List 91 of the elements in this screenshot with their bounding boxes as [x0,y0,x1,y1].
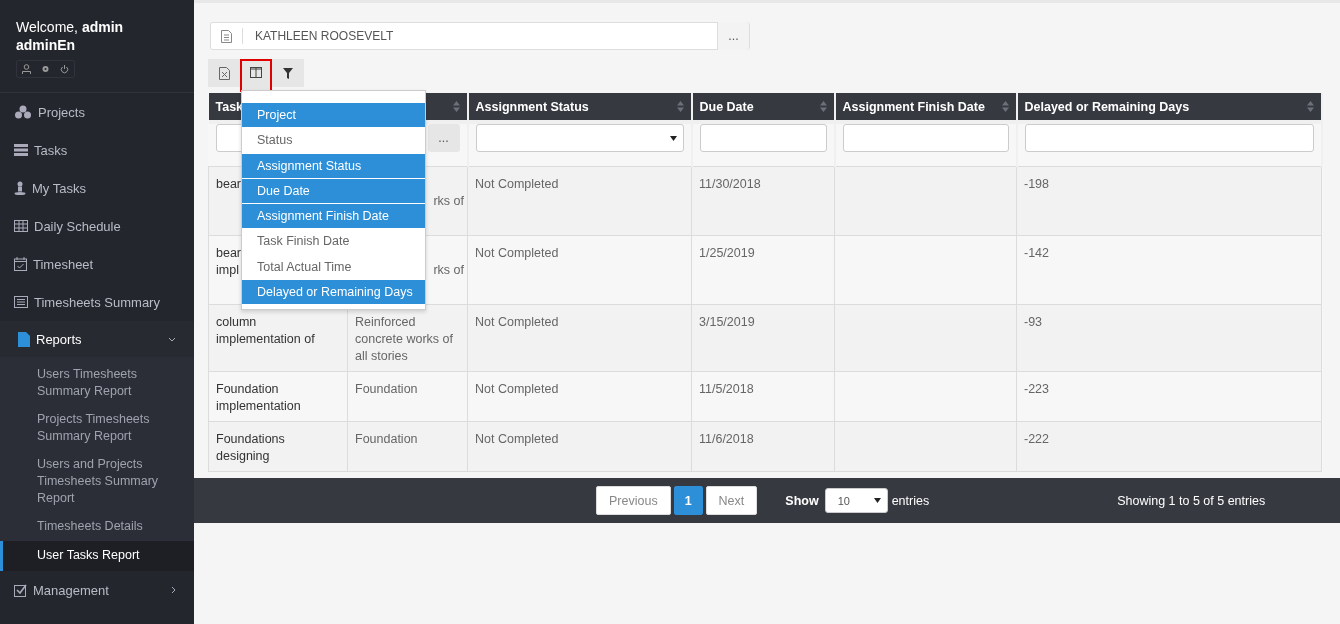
table-cell: Foundation implementation [216,382,301,413]
filter-icon [283,67,293,79]
column-option[interactable]: Delayed or Remaining Days [242,280,425,306]
table-cell: column implementation of [216,315,315,346]
table-cell: 11/5/2018 [699,382,754,396]
table-cell: rks of [433,263,464,277]
table-cell: -223 [1024,382,1050,396]
sidebar-subitem[interactable]: User Tasks Report [0,541,194,571]
column-header[interactable]: Delayed or Remaining Days [1024,99,1190,114]
table-cell: bear impl [216,246,242,277]
column-option[interactable]: Due Date [242,178,425,205]
browse-button[interactable]: ... [427,124,460,152]
sidebar-item[interactable]: Projects [0,93,194,131]
pagination-button[interactable]: Previous [596,486,671,515]
filter-field[interactable] [842,124,1009,152]
chevron-down-icon [168,336,176,342]
sort-icon[interactable] [676,101,684,112]
column-header[interactable]: Task [215,99,244,114]
checkbox-icon [14,583,27,597]
table-cell: rks of [433,194,464,208]
show-label: Show [785,493,819,508]
table-cell: Not Completed [475,315,559,329]
column-option[interactable]: Status [242,128,425,154]
settings-icon[interactable] [41,64,50,74]
table-cell: Not Completed [475,432,559,446]
columns-button[interactable] [240,59,272,92]
sidebar-item[interactable]: My Tasks [0,169,194,207]
sidebar-item[interactable]: Timesheets Summary [0,283,194,321]
table-cell: -198 [1024,177,1050,191]
sidebar-item[interactable]: Timesheet [0,245,194,283]
sidebar-item[interactable]: Tasks [0,131,194,169]
table-cell: -93 [1024,315,1043,329]
page-button[interactable]: 1 [673,486,703,515]
sidebar-item[interactable]: Daily Schedule [0,207,194,245]
sort-icon[interactable] [452,101,460,112]
column-header[interactable]: Assignment Status [475,99,589,114]
user-icon[interactable] [22,64,31,74]
document-icon [221,29,232,43]
sidebar-item[interactable]: Reports [0,321,194,357]
table-cell: Foundation [355,432,418,446]
sort-icon[interactable] [819,101,827,112]
file-icon [18,331,30,347]
table-cell: Foundations designing [216,432,285,463]
sidebar-subitem[interactable]: Users and Projects Timesheets Summary Report [0,451,194,513]
entries-summary: Showing 1 to 5 of 5 entries [1117,493,1266,508]
filter-dropdown[interactable] [475,124,684,152]
table-icon [14,220,28,232]
sidebar-item[interactable]: Management [0,571,194,609]
table-cell: Not Completed [475,382,559,396]
column-option[interactable]: Project [242,103,425,129]
table-cell: bear [216,177,242,191]
table-cell: Reinforced concrete works of all stories [355,315,453,363]
entries-label: entries [891,493,930,508]
caret-down-icon [873,498,881,503]
power-icon[interactable] [60,64,69,74]
column-option[interactable]: Task Finish Date [242,229,425,255]
welcome-text: Welcome, admin adminEn [16,18,125,54]
column-option[interactable]: Assignment Finish Date [242,204,425,230]
sidebar-subitem[interactable]: Projects Timesheets Summary Report [0,406,194,451]
caret-down-icon [669,135,677,141]
table-cell: Foundation [355,382,418,396]
columns-icon [250,67,262,78]
sidebar-subitem[interactable]: Users Timesheets Summary Report [0,361,194,406]
table-cell: 11/6/2018 [699,432,754,446]
excel-file-icon [218,66,230,80]
list-alt-icon [14,296,28,308]
column-option[interactable]: Total Actual Time [242,254,425,281]
table-cell: 1/25/2019 [699,246,755,260]
sort-icon[interactable] [1306,101,1314,112]
cubes-icon [14,105,32,119]
table-cell: Not Completed [475,177,559,191]
user-field[interactable]: KATHLEEN ROOSEVELT ... [210,22,750,50]
filter-field[interactable] [699,124,827,152]
browse-button[interactable]: ... [717,22,749,50]
table-cell: -142 [1024,246,1050,260]
table-cell: 3/15/2019 [699,315,755,329]
table-cell: -222 [1024,432,1050,446]
chevron-right-icon [171,586,176,594]
column-header[interactable]: Due Date [699,99,754,114]
table-cell: 11/30/2018 [699,177,761,191]
sort-icon[interactable] [1001,101,1009,112]
filter-field[interactable] [1024,124,1314,152]
table-cell: Not Completed [475,246,559,260]
column-option[interactable]: Assignment Status [242,153,425,179]
column-header[interactable]: Assignment Finish Date [842,99,985,114]
page-size-select[interactable]: 10 [824,488,888,513]
sidebar-subitem[interactable]: Timesheets Details [0,513,194,541]
pagination-button[interactable]: Next [705,486,758,515]
list-icon [14,144,28,156]
calendar-check-icon [14,257,27,271]
person-icon [14,181,26,195]
